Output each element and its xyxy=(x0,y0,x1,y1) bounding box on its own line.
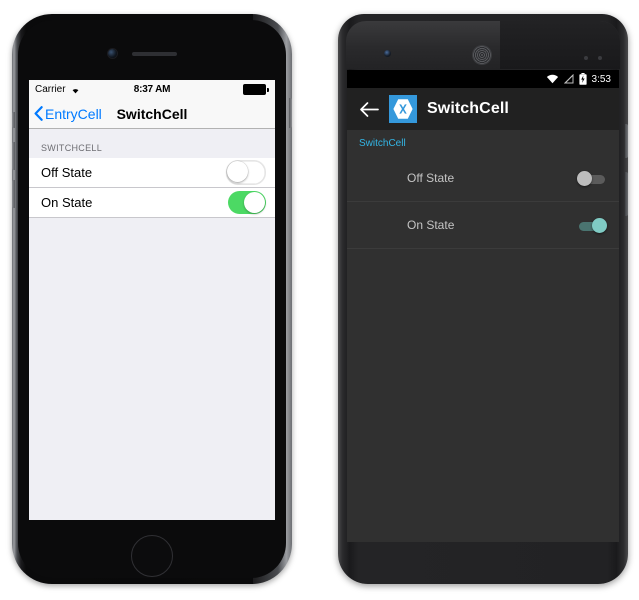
switch-on-state[interactable] xyxy=(228,191,266,214)
ios-section-header: SWITCHCELL xyxy=(41,143,103,153)
android-screen: 3:53 SwitchCell SwitchCell Off State On … xyxy=(347,70,619,542)
table-row[interactable]: On State xyxy=(347,202,619,249)
chevron-left-icon xyxy=(34,106,43,121)
table-row[interactable]: Off State xyxy=(347,155,619,202)
page-title: SwitchCell xyxy=(427,100,509,117)
android-app-bar: SwitchCell xyxy=(347,88,619,130)
earpiece-speaker-icon xyxy=(473,46,491,64)
android-top-bezel-dark xyxy=(500,21,620,69)
switch-off-state[interactable] xyxy=(226,160,266,185)
earpiece-speaker-icon xyxy=(132,52,177,56)
switch-knob xyxy=(244,192,265,213)
switch-knob xyxy=(592,218,607,233)
iphone-volume-down-button[interactable] xyxy=(12,180,15,208)
arrow-left-icon[interactable] xyxy=(359,101,379,118)
android-volume-button[interactable] xyxy=(625,172,628,216)
front-camera-icon xyxy=(108,49,117,58)
switch-off-state[interactable] xyxy=(577,171,607,186)
ambient-light-sensor-icon xyxy=(598,56,602,60)
wifi-icon xyxy=(546,74,559,84)
ios-back-label: EntryCell xyxy=(45,105,102,122)
android-section-header: SwitchCell xyxy=(359,138,406,149)
android-device: 3:53 SwitchCell SwitchCell Off State On … xyxy=(338,14,628,584)
iphone-silent-switch[interactable] xyxy=(12,112,15,128)
android-status-bar: 3:53 xyxy=(347,70,619,88)
ios-back-button[interactable]: EntryCell xyxy=(29,106,102,122)
ios-table-view: SWITCHCELL Off State On State xyxy=(29,129,275,520)
ios-status-bar: Carrier 8:37 AM xyxy=(29,80,275,99)
android-cell-label: Off State xyxy=(407,171,455,185)
iphone-power-button[interactable] xyxy=(289,98,292,128)
ios-cell-label: On State xyxy=(41,195,93,210)
ios-clock: 8:37 AM xyxy=(133,84,171,95)
switch-knob xyxy=(227,161,248,182)
iphone-device: Carrier 8:37 AM EntryCell SwitchCell SWI… xyxy=(12,14,292,584)
xamarin-logo-icon xyxy=(389,95,417,123)
battery-charging-icon xyxy=(578,73,587,85)
iphone-volume-up-button[interactable] xyxy=(12,142,15,170)
table-row[interactable]: Off State xyxy=(29,158,275,188)
android-clock: 3:53 xyxy=(591,73,611,85)
proximity-sensor-icon xyxy=(584,56,588,60)
switch-on-state[interactable] xyxy=(577,218,607,233)
iphone-screen: Carrier 8:37 AM EntryCell SwitchCell SWI… xyxy=(29,80,275,520)
battery-full-icon xyxy=(243,84,269,95)
home-button[interactable] xyxy=(131,535,173,577)
switch-knob xyxy=(577,171,592,186)
table-row[interactable]: On State xyxy=(29,188,275,218)
android-power-button[interactable] xyxy=(625,124,628,158)
android-list-view: SwitchCell Off State On State xyxy=(347,130,619,542)
android-cell-label: On State xyxy=(407,218,455,232)
front-camera-icon xyxy=(384,50,391,57)
signal-no-service-icon xyxy=(563,74,574,84)
ios-navigation-bar: EntryCell SwitchCell xyxy=(29,99,275,129)
ios-cell-label: Off State xyxy=(41,165,93,180)
